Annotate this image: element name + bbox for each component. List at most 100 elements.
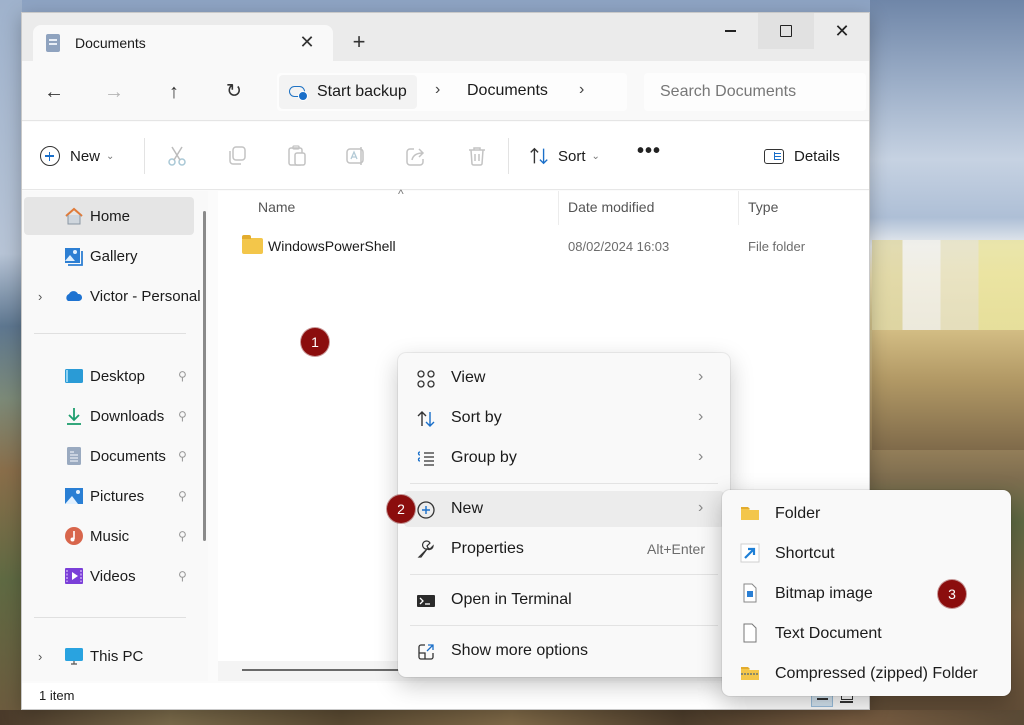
see-more-button[interactable]: •••	[637, 140, 661, 163]
menu-divider	[410, 574, 718, 575]
new-tab-button[interactable]: +	[347, 30, 371, 54]
scissors-icon	[168, 146, 186, 166]
sidebar-label: Desktop	[90, 367, 146, 385]
column-header-type[interactable]: Type	[748, 199, 778, 215]
menu-divider	[410, 625, 718, 626]
sidebar-item-this-pc[interactable]: › This PC	[24, 637, 194, 675]
breadcrumb-documents[interactable]: Documents	[467, 82, 548, 100]
sidebar-scroll-thumb[interactable]	[203, 211, 206, 541]
sidebar-item-documents[interactable]: Documents ⚲	[24, 437, 194, 475]
menu-item-group-by[interactable]: Group by ›	[404, 440, 724, 476]
pin-icon[interactable]: ⚲	[178, 569, 190, 583]
menu-label: Group by	[451, 449, 517, 466]
file-name: WindowsPowerShell	[268, 238, 396, 254]
breadcrumb-chevron-icon[interactable]: ›	[579, 81, 584, 99]
sidebar-label: Documents	[90, 447, 166, 465]
close-window-button[interactable]: ✕	[814, 13, 869, 49]
file-date: 08/02/2024 16:03	[568, 239, 670, 254]
chevron-right-icon: ›	[698, 499, 704, 516]
rename-button[interactable]	[344, 144, 368, 168]
back-button[interactable]: ←	[40, 79, 68, 105]
sidebar-divider	[34, 617, 186, 618]
minimize-button[interactable]	[702, 13, 758, 49]
refresh-button[interactable]: ↻	[220, 79, 248, 105]
menu-item-new[interactable]: New ›	[404, 491, 724, 527]
sidebar-item-videos[interactable]: Videos ⚲	[24, 557, 194, 595]
maximize-button[interactable]	[758, 13, 814, 49]
chevron-right-icon[interactable]: ›	[38, 289, 42, 304]
navigation-bar: ← → ↑ ↻ Start backup › Documents ›	[22, 61, 869, 121]
breadcrumb-chevron-icon[interactable]: ›	[435, 81, 440, 99]
keyboard-shortcut: Alt+Enter	[647, 541, 705, 557]
home-icon	[65, 207, 83, 225]
submenu-label: Bitmap image	[775, 585, 873, 602]
annotation-badge-1: 1	[301, 328, 329, 356]
annotation-badge-2: 2	[387, 495, 415, 523]
sort-button[interactable]: Sort ⌄	[528, 144, 600, 168]
breadcrumb-label: Start backup	[317, 83, 407, 100]
menu-item-view[interactable]: View ›	[404, 360, 724, 396]
copy-button[interactable]	[225, 144, 249, 168]
search-input[interactable]	[644, 73, 866, 111]
cut-button[interactable]	[165, 144, 189, 168]
file-row[interactable]: WindowsPowerShell 08/02/2024 16:03 File …	[238, 233, 868, 261]
details-label: Details	[794, 147, 840, 165]
maximize-icon	[780, 24, 792, 37]
sidebar-item-gallery[interactable]: Gallery	[24, 237, 194, 275]
tab-documents[interactable]: Documents ✕	[33, 25, 333, 63]
sidebar-item-pictures[interactable]: Pictures ⚲	[24, 477, 194, 515]
forward-button[interactable]: →	[100, 79, 128, 105]
sidebar-item-onedrive[interactable]: › Victor - Personal	[24, 277, 201, 315]
column-header-date[interactable]: Date modified	[568, 199, 654, 215]
pin-icon[interactable]: ⚲	[178, 489, 190, 503]
pin-icon[interactable]: ⚲	[178, 369, 190, 383]
sidebar-scrollbar[interactable]	[198, 191, 208, 681]
bitmap-icon	[743, 583, 757, 603]
menu-item-sort-by[interactable]: Sort by ›	[404, 400, 724, 436]
share-icon	[406, 148, 425, 166]
paste-button[interactable]	[285, 144, 309, 168]
menu-item-show-more-options[interactable]: Show more options	[404, 633, 724, 669]
menu-item-properties[interactable]: Properties Alt+Enter	[404, 531, 724, 567]
address-bar[interactable]: Start backup › Documents ›	[277, 73, 627, 111]
chevron-right-icon[interactable]: ›	[38, 649, 42, 664]
new-label: New	[70, 147, 101, 165]
submenu-label: Folder	[775, 505, 821, 522]
music-icon	[65, 527, 83, 545]
downloads-icon	[67, 408, 81, 425]
new-button[interactable]: New ⌄	[40, 142, 114, 170]
sidebar-label: Downloads	[90, 407, 165, 425]
onedrive-icon	[66, 291, 83, 301]
command-bar: New ⌄ Sort ⌄ ••• Details	[22, 122, 869, 190]
submenu-item-text-document[interactable]: Text Document	[728, 615, 1005, 651]
sidebar-label: Videos	[90, 567, 136, 585]
column-header-name[interactable]: Name	[258, 199, 295, 215]
menu-divider	[410, 483, 718, 484]
desktop-wallpaper-bottom	[0, 710, 1024, 725]
share-button[interactable]	[404, 144, 428, 168]
close-tab-button[interactable]: ✕	[295, 30, 319, 54]
sidebar-item-desktop[interactable]: Desktop ⚲	[24, 357, 194, 395]
sidebar-item-downloads[interactable]: Downloads ⚲	[24, 397, 194, 435]
submenu-item-folder[interactable]: Folder	[728, 495, 1005, 531]
breadcrumb-start-backup[interactable]: Start backup	[279, 75, 417, 109]
pin-icon[interactable]: ⚲	[178, 449, 190, 463]
sidebar-item-music[interactable]: Music ⚲	[24, 517, 194, 555]
pin-icon[interactable]: ⚲	[178, 529, 190, 543]
menu-label: Open in Terminal	[451, 591, 572, 608]
submenu-label: Text Document	[775, 625, 882, 642]
menu-item-open-in-terminal[interactable]: Open in Terminal	[404, 582, 724, 618]
menu-label: View	[451, 369, 486, 386]
submenu-item-compressed-folder[interactable]: Compressed (zipped) Folder	[728, 655, 1005, 691]
menu-label: New	[451, 500, 484, 517]
column-divider[interactable]	[558, 191, 559, 225]
pin-icon[interactable]: ⚲	[178, 409, 190, 423]
submenu-item-shortcut[interactable]: Shortcut	[728, 535, 1005, 571]
file-type: File folder	[748, 239, 806, 254]
details-pane-button[interactable]: Details	[764, 144, 840, 168]
chevron-down-icon: ⌄	[106, 150, 115, 162]
column-divider[interactable]	[738, 191, 739, 225]
delete-button[interactable]	[465, 144, 489, 168]
sidebar-item-home[interactable]: Home	[24, 197, 194, 235]
up-button[interactable]: ↑	[160, 79, 188, 105]
